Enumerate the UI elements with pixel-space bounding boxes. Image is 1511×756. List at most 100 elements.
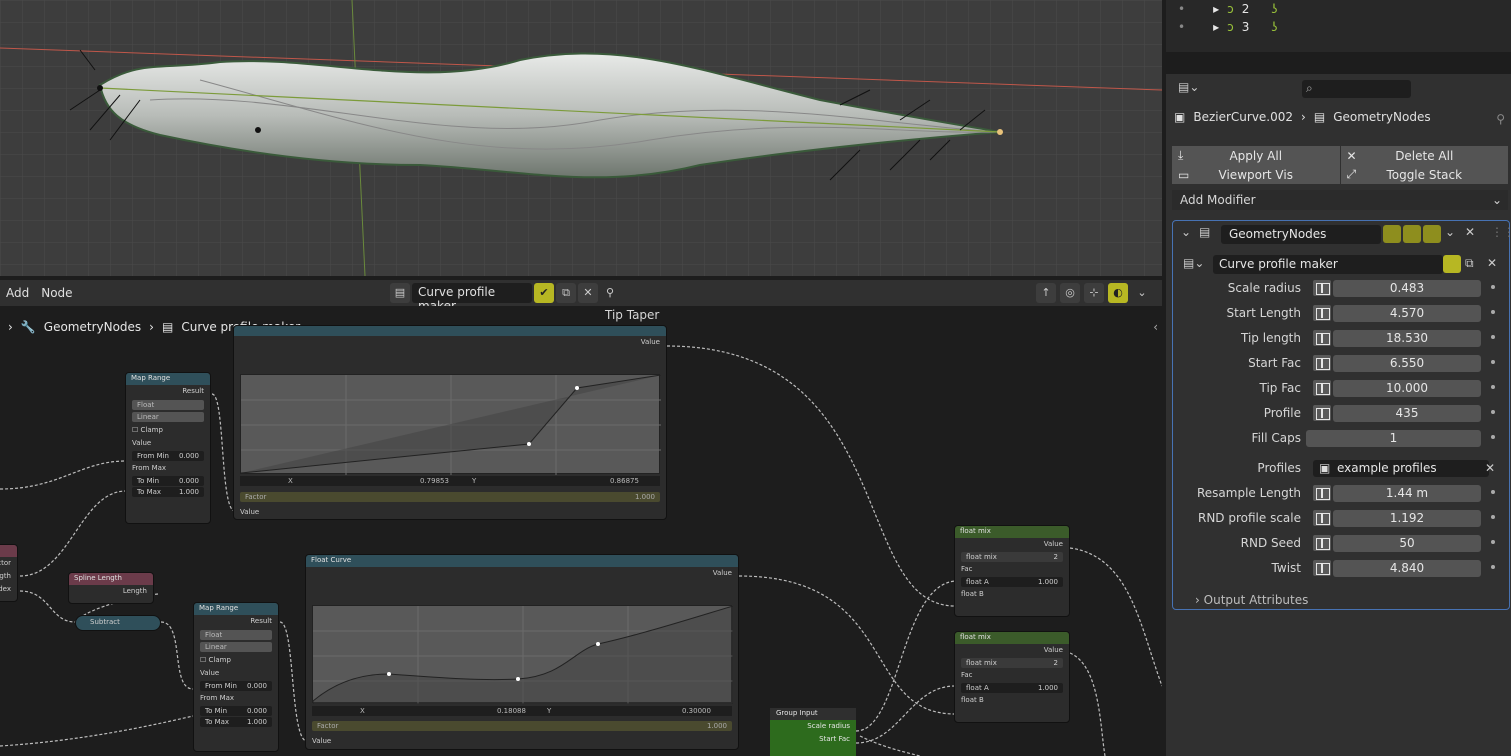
- keyframe-dot-icon[interactable]: [1491, 515, 1495, 519]
- overlay-icon[interactable]: ◎: [1060, 283, 1080, 303]
- value-field[interactable]: 1.44 m: [1333, 485, 1481, 502]
- curve-mapping-widget[interactable]: [312, 605, 734, 705]
- value-field[interactable]: 435: [1333, 405, 1481, 422]
- parent-node-tree-icon[interactable]: ↑: [1036, 283, 1056, 303]
- float-a-field[interactable]: float A 1.000: [961, 577, 1063, 587]
- to-min-field[interactable]: To Min 0.000: [200, 706, 272, 716]
- clear-icon[interactable]: ✕: [1485, 461, 1495, 475]
- to-min-field[interactable]: To Min 0.000: [132, 476, 204, 486]
- group-tree-field[interactable]: float mix 2: [961, 658, 1063, 668]
- collection-field[interactable]: example profiles: [1313, 460, 1489, 477]
- keyframe-dot-icon[interactable]: [1491, 360, 1495, 364]
- factor-field[interactable]: Factor 1.000: [240, 492, 660, 502]
- node-tree-browse-icon[interactable]: ▤⌄: [1183, 256, 1204, 270]
- breadcrumb-modifier[interactable]: GeometryNodes: [44, 320, 141, 334]
- pin-icon[interactable]: ⚲: [600, 283, 620, 303]
- viewport-vis-button[interactable]: ▭ Viewport Vis: [1172, 165, 1340, 184]
- modifier-name-field[interactable]: GeometryNodes: [1221, 225, 1381, 244]
- keyframe-dot-icon[interactable]: [1491, 435, 1495, 439]
- group-input-node[interactable]: Group Input Scale radius Start Fac: [770, 708, 856, 756]
- keyframe-dot-icon[interactable]: [1491, 565, 1495, 569]
- keyframe-dot-icon[interactable]: [1491, 410, 1495, 414]
- data-type-select[interactable]: Float: [132, 400, 204, 410]
- node-editor-canvas[interactable]: › 🔧 GeometryNodes › ▤ Curve profile make…: [0, 306, 1162, 756]
- viewport-canvas[interactable]: [0, 0, 1162, 276]
- chevron-down-icon[interactable]: ⌄: [1445, 225, 1455, 239]
- keyframe-dot-icon[interactable]: [1491, 385, 1495, 389]
- map-range-node[interactable]: Map Range Result Float Linear ☐ Clamp Va…: [125, 372, 211, 524]
- toggle-stack-button[interactable]: ⤢ Toggle Stack: [1340, 165, 1508, 184]
- clamp-checkbox[interactable]: ☐ Clamp: [126, 424, 210, 437]
- apply-all-button[interactable]: ⤓ Apply All: [1172, 146, 1340, 165]
- outliner[interactable]: • ▸ ↄ 2 ʖ • ▸ ↄ 3 ʖ: [1166, 0, 1511, 52]
- float-mix-group-node[interactable]: float mix Value float mix 2 Fac float A 1.…: [954, 525, 1070, 617]
- duplicate-icon[interactable]: ⧉: [556, 283, 576, 303]
- value-field[interactable]: 4.840: [1333, 560, 1481, 577]
- drag-handle-icon[interactable]: ⋮⋮: [1491, 225, 1511, 239]
- viewport-toggle-icon[interactable]: [1403, 225, 1421, 243]
- outliner-row[interactable]: • ▸ ↄ 3 ʖ: [1166, 18, 1511, 36]
- editor-type-icon[interactable]: ▤⌄: [1178, 80, 1199, 94]
- interpolation-select[interactable]: Linear: [200, 642, 272, 652]
- keyframe-dot-icon[interactable]: [1491, 285, 1495, 289]
- node-tree-field[interactable]: Curve profile maker: [1213, 255, 1443, 274]
- outliner-row[interactable]: • ▸ ↄ 2 ʖ: [1166, 0, 1511, 18]
- snap-icon[interactable]: ⊹: [1084, 283, 1104, 303]
- node-tree-browse-icon[interactable]: ▤: [390, 283, 410, 303]
- chevron-down-icon[interactable]: ⌄: [1132, 283, 1152, 303]
- curve-point-xy[interactable]: X 0.18088 Y 0.30000: [312, 706, 732, 716]
- value-field[interactable]: 4.570: [1333, 305, 1481, 322]
- attribute-toggle-icon[interactable]: [1313, 510, 1331, 526]
- data-type-select[interactable]: Float: [200, 630, 272, 640]
- close-icon[interactable]: ✕: [1465, 225, 1475, 239]
- snap-toggle-icon[interactable]: ◐: [1108, 283, 1128, 303]
- edit-mode-toggle-icon[interactable]: [1383, 225, 1401, 243]
- value-field[interactable]: 1.192: [1333, 510, 1481, 527]
- attribute-toggle-icon[interactable]: [1313, 305, 1331, 321]
- attribute-toggle-icon[interactable]: [1313, 380, 1331, 396]
- from-min-field[interactable]: From Min 0.000: [200, 681, 272, 691]
- node-tree-name-field[interactable]: Curve profile maker: [412, 283, 532, 313]
- pin-icon[interactable]: ⚲: [1496, 112, 1505, 126]
- value-field[interactable]: 18.530: [1333, 330, 1481, 347]
- fake-user-shield-icon[interactable]: ✔: [534, 283, 554, 303]
- output-attributes-subpanel[interactable]: › Output Attributes: [1195, 593, 1308, 607]
- interpolation-select[interactable]: Linear: [132, 412, 204, 422]
- float-curve-node[interactable]: Float Curve Value X 0.18088 Y 0.30000 Fa…: [305, 554, 739, 750]
- menu-node[interactable]: Node: [35, 286, 78, 300]
- spline-length-node[interactable]: Spline Length Length: [68, 572, 154, 604]
- keyframe-dot-icon[interactable]: [1491, 490, 1495, 494]
- float-mix-group-node[interactable]: float mix Value float mix 2 Fac float A 1.…: [954, 631, 1070, 723]
- float-a-field[interactable]: float A 1.000: [961, 683, 1063, 693]
- delete-all-button[interactable]: ✕ Delete All: [1340, 146, 1508, 165]
- expand-arrow-icon[interactable]: ▸: [1213, 2, 1219, 16]
- group-tree-field[interactable]: float mix 2: [961, 552, 1063, 562]
- attribute-toggle-icon[interactable]: [1313, 560, 1331, 576]
- keyframe-dot-icon[interactable]: [1491, 335, 1495, 339]
- menu-add[interactable]: Add: [0, 286, 35, 300]
- to-max-field[interactable]: To Max 1.000: [200, 717, 272, 727]
- attribute-toggle-icon[interactable]: [1313, 535, 1331, 551]
- spline-parameter-node[interactable]: ctor ngth dex: [0, 544, 18, 602]
- value-field[interactable]: 6.550: [1333, 355, 1481, 372]
- curve-point-xy[interactable]: X 0.79853 Y 0.86875: [240, 476, 660, 486]
- duplicate-icon[interactable]: ⧉: [1465, 256, 1474, 271]
- property-search-input[interactable]: ⌕: [1302, 80, 1411, 98]
- value-field[interactable]: 0.483: [1333, 280, 1481, 297]
- clamp-checkbox[interactable]: ☐ Clamp: [194, 654, 278, 667]
- from-min-field[interactable]: From Min 0.000: [132, 451, 204, 461]
- value-field[interactable]: 50: [1333, 535, 1481, 552]
- keyframe-dot-icon[interactable]: [1491, 310, 1495, 314]
- render-toggle-icon[interactable]: [1423, 225, 1441, 243]
- attribute-toggle-icon[interactable]: [1313, 355, 1331, 371]
- unlink-icon[interactable]: ✕: [1487, 256, 1497, 270]
- attribute-toggle-icon[interactable]: [1313, 405, 1331, 421]
- attribute-toggle-icon[interactable]: [1313, 330, 1331, 346]
- attribute-toggle-icon[interactable]: [1313, 280, 1331, 296]
- expand-arrow-icon[interactable]: ▸: [1213, 20, 1219, 34]
- fake-user-shield-icon[interactable]: [1443, 255, 1461, 273]
- add-modifier-button[interactable]: Add Modifier ⌄: [1172, 190, 1508, 210]
- factor-field[interactable]: Factor 1.000: [312, 721, 732, 731]
- sidebar-toggle-icon[interactable]: ‹: [1153, 320, 1158, 334]
- subtract-node[interactable]: Subtract: [75, 615, 161, 631]
